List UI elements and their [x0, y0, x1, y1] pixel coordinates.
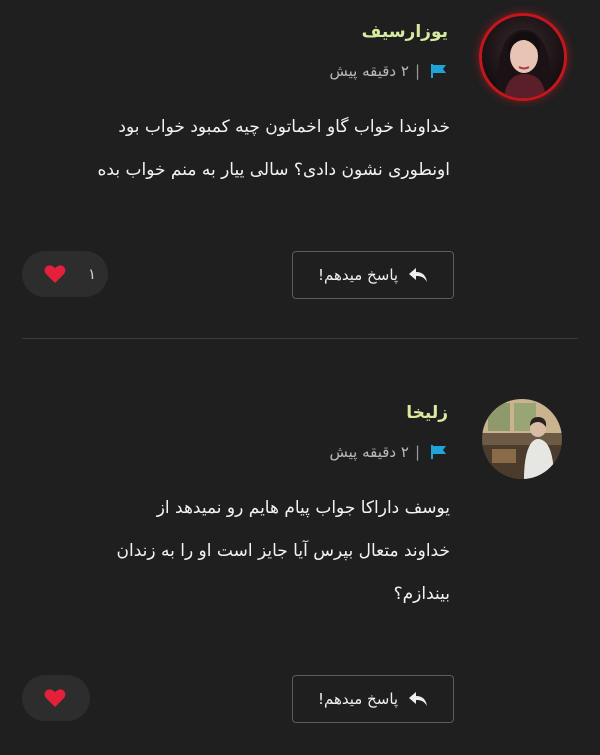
comment-meta: | ۲ دقیقه پیش: [330, 62, 449, 80]
user-avatar[interactable]: [482, 16, 564, 98]
meta-separator: |: [414, 62, 420, 80]
comment-body: خداوندا خواب گاو اخماتون چیه کمبود خواب …: [98, 106, 451, 192]
reply-label: پاسخ میدهم!: [317, 690, 399, 708]
like-button[interactable]: [22, 675, 90, 721]
flag-icon[interactable]: [430, 444, 448, 460]
reply-label: پاسخ میدهم!: [317, 266, 399, 284]
comment-line: اونطوری نشون دادی؟ سالی ییار به منم خواب…: [97, 160, 451, 180]
avatar-image: [482, 399, 562, 479]
comment-body: یوسف داراکا جواب پیام هایم رو نمیدهد از …: [117, 487, 451, 616]
comment-line: خداوندا خواب گاو اخماتون چیه کمبود خواب …: [118, 117, 450, 137]
username[interactable]: زلیخا: [406, 403, 448, 423]
like-button[interactable]: ۱: [22, 251, 108, 297]
reply-button[interactable]: پاسخ میدهم!: [292, 251, 454, 299]
username[interactable]: یوزارسیف: [362, 22, 448, 42]
reply-arrow-icon: [409, 692, 428, 706]
timestamp: ۲ دقیقه پیش: [329, 443, 409, 461]
comment-line: بیندازم؟: [393, 584, 450, 604]
heart-icon: [44, 689, 66, 707]
comment-line: یوسف داراکا جواب پیام هایم رو نمیدهد از: [156, 498, 450, 518]
comment-meta: | ۲ دقیقه پیش: [330, 443, 449, 461]
heart-icon: [44, 265, 66, 283]
flag-icon[interactable]: [430, 63, 448, 79]
like-count: ۱: [88, 265, 97, 283]
reply-arrow-icon: [409, 268, 428, 282]
meta-separator: |: [414, 443, 420, 461]
avatar-image: [482, 16, 564, 98]
comment-card: زلیخا | ۲ دقیقه پیش یوسف داراکا جواب پیا…: [0, 339, 600, 755]
timestamp: ۲ دقیقه پیش: [329, 62, 409, 80]
comment-line: خداوند متعال بپرس آیا جایز است او را به …: [116, 541, 451, 561]
reply-button[interactable]: پاسخ میدهم!: [292, 675, 454, 723]
user-avatar[interactable]: [482, 399, 562, 479]
comment-card: یوزارسیف | ۲ دقیقه پیش خداوندا خواب گاو …: [0, 0, 600, 338]
